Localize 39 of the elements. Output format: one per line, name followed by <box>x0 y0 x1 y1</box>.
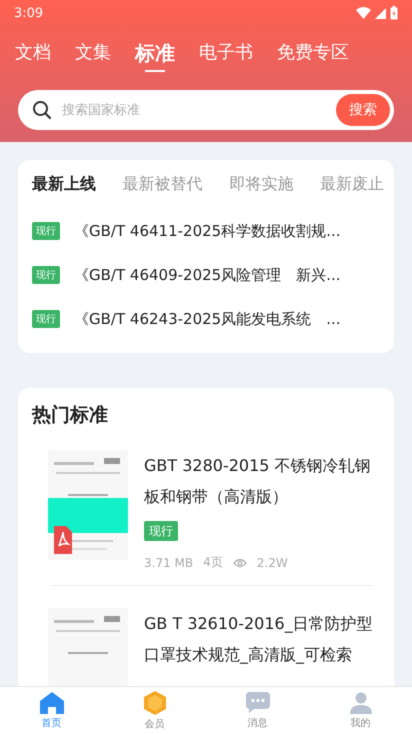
category-tab[interactable]: 文集 <box>72 40 114 74</box>
category-tab[interactable]: 免费专区 <box>274 40 352 74</box>
filter-tab[interactable]: 最新上线 <box>32 172 96 197</box>
status-badge: 现行 <box>32 310 60 328</box>
standard-title[interactable]: 《GB/T 46243-2025风能发电系统 ... <box>74 310 341 328</box>
file-size: 3.71 MB <box>144 556 194 570</box>
status-time: 3:09 <box>14 6 44 20</box>
home-icon <box>40 692 64 714</box>
search-icon <box>32 100 52 120</box>
nav-tab[interactable]: 首页 <box>0 687 103 734</box>
hexagon-badge-icon <box>144 690 166 714</box>
filter-tab[interactable]: 最新废止 <box>320 172 384 197</box>
pdf-icon <box>54 526 72 554</box>
battery-icon <box>390 6 398 20</box>
view-count: 2.2W <box>256 556 288 570</box>
filter-tab[interactable]: 即将实施 <box>229 172 294 197</box>
person-icon <box>350 692 372 714</box>
document-title[interactable]: GB T 32610-2016_日常防护型口罩技术规范_高清版_可检索 <box>144 608 382 670</box>
category-tab[interactable]: 文档 <box>12 40 54 74</box>
signal-icon <box>375 8 386 18</box>
wifi-icon <box>356 7 371 19</box>
status-badge: 现行 <box>144 521 178 541</box>
standard-title[interactable]: 《GB/T 46409-2025风险管理 新兴... <box>74 266 341 284</box>
search-field[interactable]: 搜索国家标准 搜索 <box>18 90 394 130</box>
chat-icon <box>246 692 270 714</box>
nav-tab[interactable]: 我的 <box>309 687 412 734</box>
eye-icon <box>232 558 247 568</box>
section-title: 热门标准 <box>32 403 109 428</box>
category-tab[interactable]: 标准 <box>132 40 178 74</box>
nav-tab[interactable]: 会员 <box>103 687 206 734</box>
standard-title[interactable]: 《GB/T 46411-2025科学数据收割规... <box>74 222 341 240</box>
status-badge: 现行 <box>32 266 60 284</box>
category-tab[interactable]: 电子书 <box>196 40 256 74</box>
document-title[interactable]: GBT 3280-2015 不锈钢冷轧钢板和钢带（高清版） <box>144 450 382 512</box>
filter-tab[interactable]: 最新被替代 <box>122 172 203 197</box>
status-badge: 现行 <box>32 222 60 240</box>
page-count: 4页 <box>203 554 223 571</box>
nav-tab[interactable]: 消息 <box>206 687 309 734</box>
search-button[interactable]: 搜索 <box>336 94 390 126</box>
